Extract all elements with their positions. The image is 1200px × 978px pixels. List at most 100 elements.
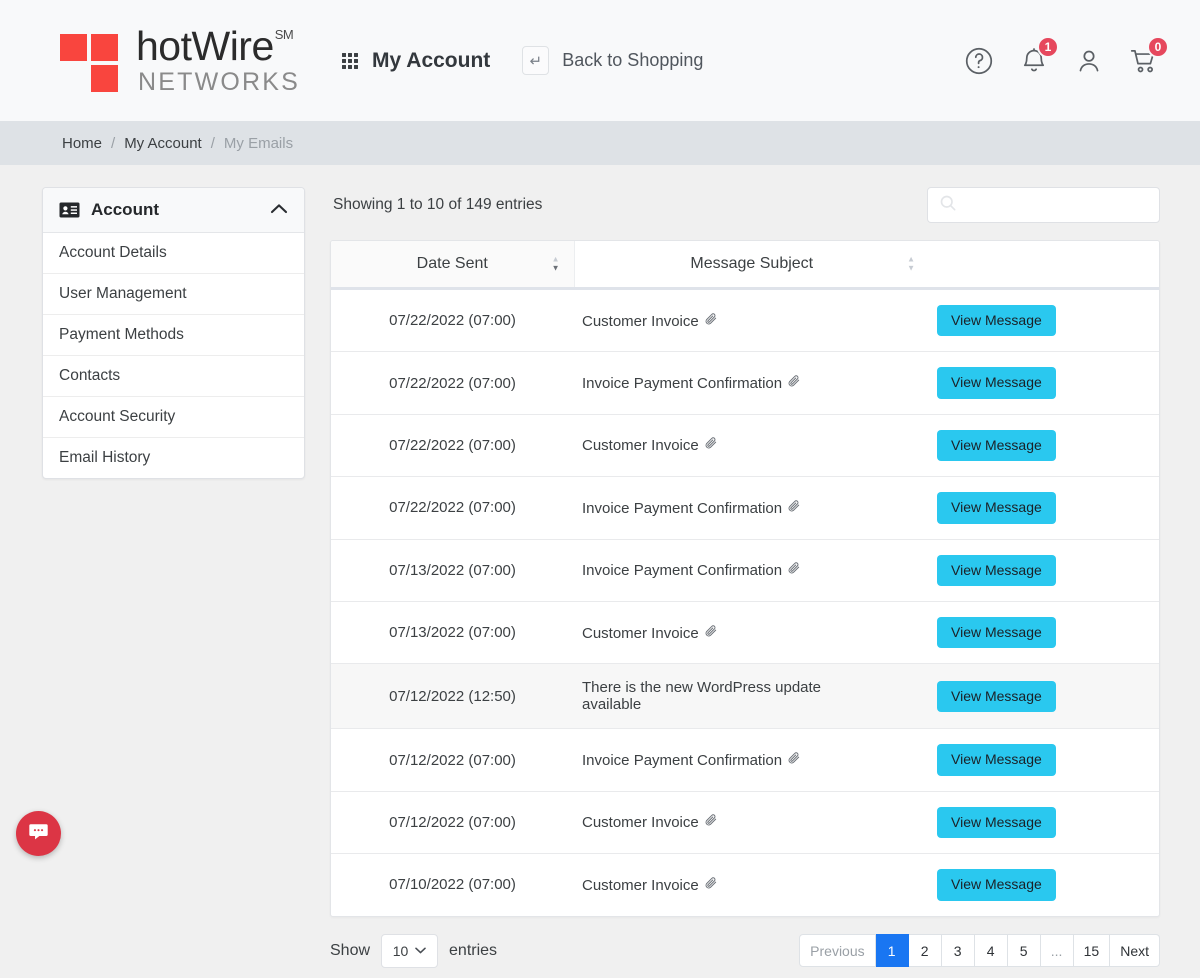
view-message-button[interactable]: View Message	[937, 680, 1056, 713]
sort-icon-message-subject[interactable]: ▲ ▼	[907, 255, 915, 272]
message-subject-text: Invoice Payment Confirmation	[582, 752, 783, 770]
message-subject-text: Customer Invoice	[582, 437, 699, 455]
sidebar-item-label: Email History	[59, 449, 151, 466]
cell-action: View Message	[929, 476, 1159, 540]
message-subject-text: Customer Invoice	[582, 312, 699, 330]
view-message-button[interactable]: View Message	[937, 305, 1056, 337]
cell-message-subject: Invoice Payment Confirmation	[574, 476, 929, 540]
breadcrumb-home[interactable]: Home	[62, 135, 102, 152]
column-header-date-sent[interactable]: Date Sent ▲ ▼	[331, 241, 575, 290]
page-size-value: 10	[392, 942, 409, 959]
table-head: Date Sent ▲ ▼ Message Subject ▲ ▼	[331, 241, 1159, 290]
sidebar-item-label: User Management	[59, 285, 187, 302]
sidebar-item-account-details[interactable]: Account Details	[43, 233, 304, 274]
table-footer: Show 10 entries Previous 1 2 3 4 5... 15 Next	[330, 933, 1160, 978]
bell-icon[interactable]: 1	[1018, 35, 1059, 77]
pagination-2[interactable]: 2	[908, 934, 942, 968]
view-message-button[interactable]: View Message	[937, 367, 1056, 399]
entries-label: entries	[449, 941, 498, 959]
pagination-4[interactable]: 4	[974, 934, 1008, 968]
message-subject-text: Customer Invoice	[582, 624, 699, 642]
logo[interactable]: hotWire SM NETWORKS	[60, 26, 300, 95]
attachment-paperclip-icon[interactable]	[704, 437, 718, 453]
sidebar-item-label: Contacts	[59, 367, 121, 384]
view-message-button[interactable]: View Message	[937, 492, 1056, 524]
user-icon[interactable]	[1073, 45, 1105, 77]
cell-action: View Message	[929, 351, 1159, 415]
breadcrumb-separator: /	[111, 134, 116, 152]
cell-message-subject: Invoice Payment Confirmation	[574, 539, 929, 602]
pagination-previous[interactable]: Previous	[799, 934, 876, 968]
cell-date-sent: 07/22/2022 (07:00)	[331, 351, 574, 415]
sidebar-item-contacts[interactable]: Contacts	[43, 356, 304, 397]
view-message-button[interactable]: View Message	[937, 744, 1056, 776]
attachment-paperclip-icon[interactable]	[787, 375, 801, 391]
breadcrumb-my-account[interactable]: My Account	[124, 135, 202, 152]
attachment-paperclip-icon[interactable]	[787, 562, 801, 578]
main-content: Account Account Details User Management Pa…	[0, 165, 1200, 978]
table-row: 07/22/2022 (07:00) Invoice Payment Confir…	[331, 476, 1159, 540]
view-message-button[interactable]: View Message	[937, 869, 1056, 901]
nav-my-account[interactable]: My Account	[342, 49, 490, 73]
cell-message-subject: Invoice Payment Confirmation	[574, 351, 929, 415]
sidebar-header[interactable]: Account	[43, 188, 304, 233]
table-toolbar: Showing 1 to 10 of 149 entries	[330, 187, 1160, 223]
help-circle-icon[interactable]	[963, 45, 995, 77]
page-size-select[interactable]: 10	[381, 933, 439, 968]
id-card-icon	[59, 202, 80, 218]
column-header-message-subject[interactable]: Message Subject ▲ ▼	[574, 241, 929, 290]
message-subject-text: Invoice Payment Confirmation	[582, 375, 783, 393]
cell-date-sent: 07/13/2022 (07:00)	[331, 539, 574, 602]
return-arrow-icon[interactable]: ↵	[522, 46, 550, 75]
sidebar-item-email-history[interactable]: Email History	[43, 438, 304, 478]
cell-action: View Message	[929, 414, 1159, 478]
table-row: 07/13/2022 (07:00) Customer Invoice View M…	[331, 601, 1159, 665]
account-sidebar: Account Account Details User Management Pa…	[42, 187, 305, 479]
sidebar-item-user-management[interactable]: User Management	[43, 274, 304, 315]
attachment-paperclip-icon[interactable]	[704, 625, 718, 641]
chat-widget-button[interactable]	[16, 811, 61, 856]
back-to-shopping-button[interactable]: ↵ Back to Shopping	[522, 46, 703, 75]
emails-table: Date Sent ▲ ▼ Message Subject ▲ ▼ 07/22/…	[331, 241, 1159, 916]
site-header: hotWire SM NETWORKS My Account ↵ Back to…	[0, 0, 1200, 121]
view-message-button[interactable]: View Message	[937, 554, 1056, 586]
search-input[interactable]	[958, 188, 1149, 222]
table-row: 07/12/2022 (07:00) Invoice Payment Confir…	[331, 728, 1159, 792]
message-subject-text: Customer Invoice	[582, 814, 699, 832]
sort-icon-date-sent[interactable]: ▲ ▼	[552, 255, 560, 272]
pagination-5[interactable]: 5	[1007, 934, 1041, 968]
attachment-paperclip-icon[interactable]	[704, 313, 718, 329]
grid-menu-icon[interactable]	[342, 52, 359, 69]
cell-action: View Message	[929, 539, 1159, 602]
view-message-button[interactable]: View Message	[937, 806, 1056, 839]
pagination-1[interactable]: 1	[875, 934, 909, 968]
logo-subtitle: NETWORKS	[138, 68, 301, 96]
table-body: 07/22/2022 (07:00) Customer Invoice View M…	[331, 288, 1159, 916]
logo-wordmark: hotWire	[136, 23, 274, 69]
pagination-ellipsisellipsisellipsis[interactable]: ...	[1040, 934, 1074, 968]
bell-badge: 1	[1037, 35, 1059, 58]
table-row: 07/12/2022 (12:50) There is the new WordP…	[331, 663, 1159, 730]
cell-message-subject: Customer Invoice	[574, 414, 929, 478]
show-label: Show	[330, 941, 371, 959]
sidebar-item-account-security[interactable]: Account Security	[43, 397, 304, 438]
attachment-paperclip-icon[interactable]	[704, 877, 718, 893]
attachment-paperclip-icon[interactable]	[704, 814, 718, 830]
view-message-button[interactable]: View Message	[937, 616, 1056, 649]
pagination-15[interactable]: 15	[1073, 934, 1111, 968]
breadcrumb-separator: /	[210, 134, 215, 152]
cart-icon[interactable]: 0	[1128, 35, 1169, 77]
search-box[interactable]	[927, 187, 1160, 223]
chevron-up-icon[interactable]	[270, 201, 288, 219]
entries-info: Showing 1 to 10 of 149 entries	[333, 196, 543, 213]
sidebar-item-payment-methods[interactable]: Payment Methods	[43, 315, 304, 356]
view-message-button[interactable]: View Message	[937, 429, 1056, 462]
attachment-paperclip-icon[interactable]	[787, 752, 801, 768]
emails-table-card: Date Sent ▲ ▼ Message Subject ▲ ▼ 07/22/…	[330, 240, 1160, 917]
column-header-action	[929, 241, 1159, 290]
attachment-paperclip-icon[interactable]	[787, 500, 801, 516]
pagination-next[interactable]: Next	[1110, 934, 1160, 968]
sidebar-title: Account	[91, 200, 159, 219]
sidebar-item-label: Account Details	[59, 244, 167, 261]
pagination-3[interactable]: 3	[941, 934, 975, 968]
